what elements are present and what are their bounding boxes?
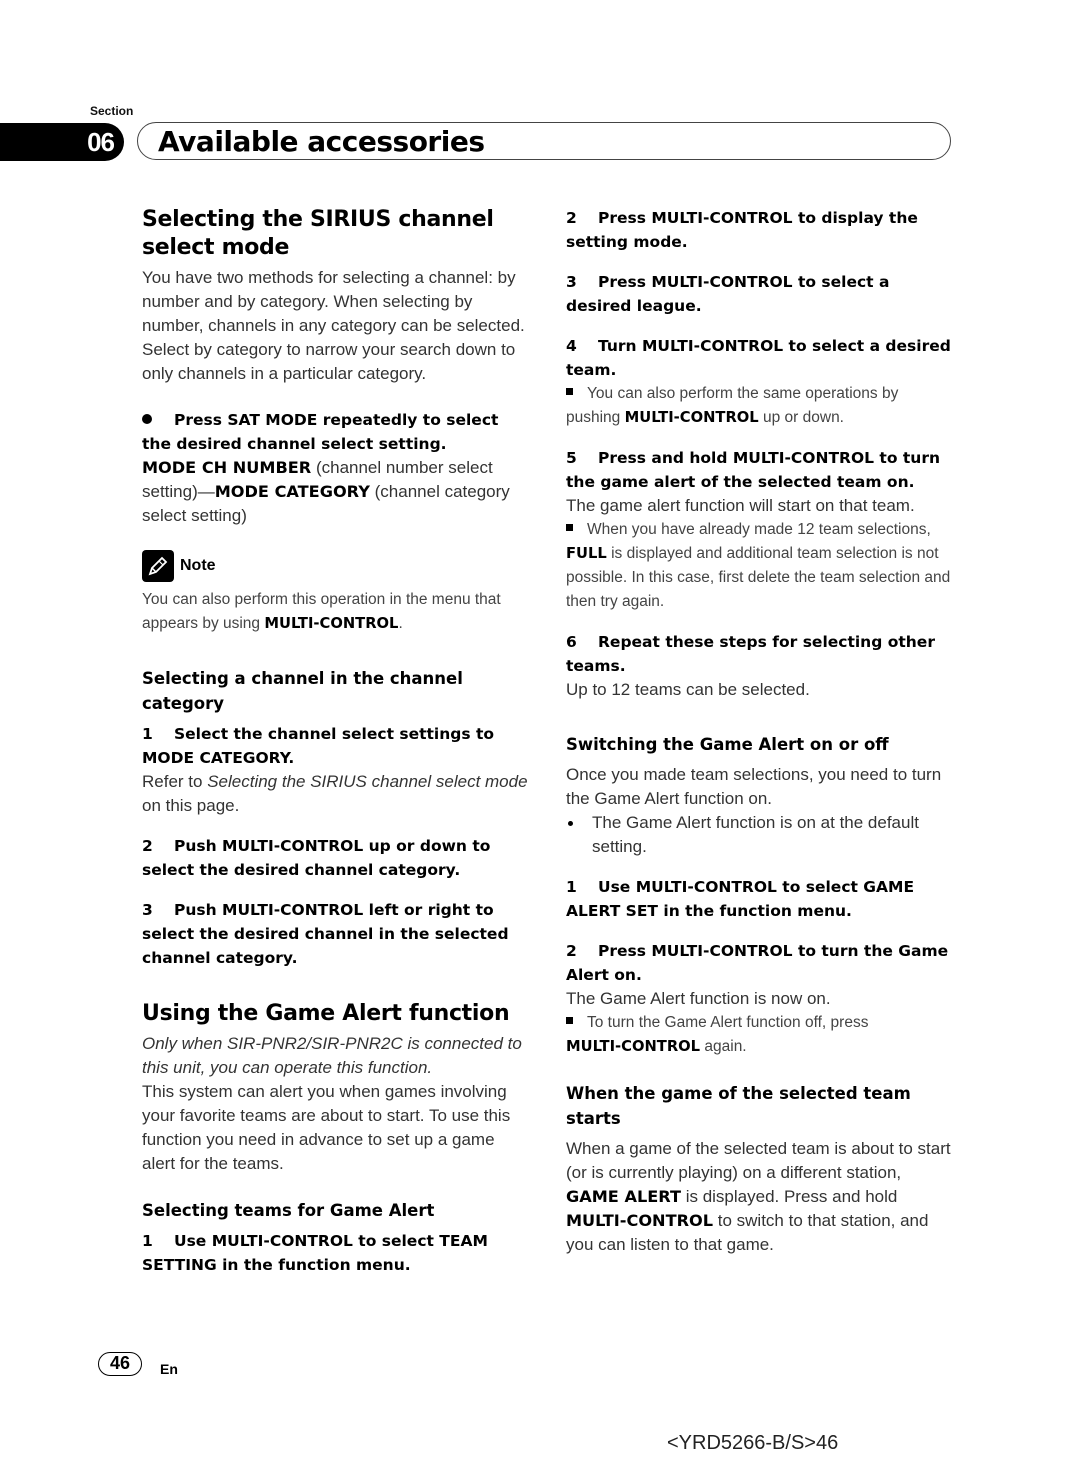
heading-channel-category: Selecting a channel in the channel categ… (142, 669, 463, 713)
when-game-body: When a game of the selected team is abou… (566, 1139, 951, 1254)
step6-body: Up to 12 teams can be selected. (566, 680, 810, 699)
switch-body: The Game Alert function is now on. (566, 989, 831, 1008)
note-text: You can also perform this operation in t… (142, 591, 501, 632)
team-step-6: 6 Repeat these steps for selecting other … (566, 633, 935, 675)
switch-step-2: 2 Press MULTI-CONTROL to turn the Game Al… (566, 942, 949, 984)
team-step-2: 2 Press MULTI-CONTROL to display the sett… (566, 209, 918, 251)
note-label: Note (180, 557, 216, 574)
bullet-dot-icon (142, 413, 152, 424)
heading-switching: Switching the Game Alert on or off (566, 735, 889, 754)
language-label: En (160, 1361, 178, 1377)
heading-select-mode: Selecting the SIRIUS channel select mode (142, 207, 494, 260)
section-label: Section (90, 104, 134, 118)
heading-selecting-teams: Selecting teams for Game Alert (142, 1201, 435, 1220)
page-number-badge: 46 (98, 1352, 142, 1376)
switch-note: To turn the Game Alert function off, pre… (566, 1014, 869, 1055)
left-column: Selecting the SIRIUS channel select mode… (142, 206, 532, 1277)
note-header: Note (142, 550, 532, 582)
game-alert-body: This system can alert you when games inv… (142, 1082, 511, 1173)
mode-ch-number: MODE CH NUMBER (142, 458, 312, 477)
heading-game-alert: Using the Game Alert function (142, 1001, 510, 1026)
game-alert-condition: Only when SIR-PNR2/SIR-PNR2C is connecte… (142, 1034, 522, 1077)
right-column: 2 Press MULTI-CONTROL to display the sett… (566, 206, 956, 1257)
square-bullet-icon (566, 1017, 573, 1025)
category-step-3: 3 Push MULTI-CONTROL left or right to sel… (142, 901, 509, 967)
mode-category: MODE CATEGORY (214, 482, 370, 501)
team-step-3: 3 Press MULTI-CONTROL to select a desired… (566, 273, 890, 315)
step5-body: The game alert function will start on th… (566, 496, 915, 515)
square-bullet-icon (566, 388, 573, 396)
section-number-badge: 06 (0, 123, 124, 161)
step4-note: You can also perform the same operations… (566, 385, 899, 426)
switch-step-1: 1 Use MULTI-CONTROL to select GAME ALERT … (566, 878, 915, 920)
step5-note: When you have already made 12 team selec… (566, 521, 951, 610)
team-step-4: 4 Turn MULTI-CONTROL to select a desired … (566, 337, 951, 379)
team-step-1: 1 Use MULTI-CONTROL to select TEAM SETTIN… (142, 1232, 488, 1274)
team-step-5: 5 Press and hold MULTI-CONTROL to turn th… (566, 449, 940, 491)
document-code: <YRD5266-B/S>46 (667, 1432, 839, 1454)
refer-link[interactable]: Selecting the SIRIUS channel select mode (207, 772, 527, 791)
sat-mode-step: Press SAT MODE repeatedly to select the … (142, 411, 499, 453)
intro-paragraph: You have two methods for selecting a cha… (142, 268, 525, 383)
mode-options: MODE CH NUMBER (channel number select se… (142, 458, 510, 525)
heading-when-game-starts: When the game of the selected team start… (566, 1084, 911, 1128)
category-step-2: 2 Push MULTI-CONTROL up or down to select… (142, 837, 491, 879)
category-step-1: 1 Select the channel select settings to M… (142, 725, 495, 767)
switching-bullet: The Game Alert function is on at the def… (566, 811, 956, 859)
page-title: Available accessories (158, 125, 485, 158)
switching-body: Once you made team selections, you need … (566, 765, 942, 808)
refer-text: Refer to Selecting the SIRIUS channel se… (142, 772, 528, 815)
square-bullet-icon (566, 524, 573, 532)
pencil-note-icon (142, 550, 174, 582)
